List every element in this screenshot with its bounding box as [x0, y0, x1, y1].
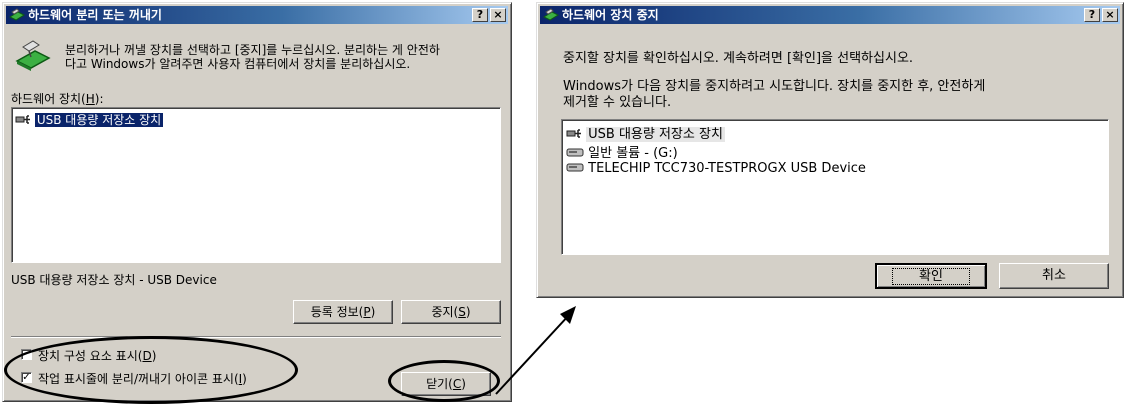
- stop-button[interactable]: 중지(S): [401, 300, 501, 324]
- window-title: 하드웨어 분리 또는 꺼내기: [28, 8, 162, 22]
- arrow-icon: [495, 306, 576, 395]
- hardware-remove-icon: [15, 40, 51, 71]
- stop-hardware-dialog: 하드웨어 장치 중지 ? × 중지할 장치를 확인하십시오. 계속하려면 [확인…: [536, 2, 1124, 298]
- list-item[interactable]: 일반 볼륨 - (G:): [566, 142, 678, 161]
- help-button[interactable]: ?: [472, 8, 488, 22]
- title-bar[interactable]: 하드웨어 장치 중지 ? ×: [540, 6, 1120, 24]
- device-name: USB 대용량 저장소 장치: [586, 127, 725, 142]
- device-list-label: 하드웨어 장치(H):: [11, 92, 104, 106]
- device-list[interactable]: USB 대용량 저장소 장치 일반 볼륨 - (G:) TELECHIP TCC…: [561, 119, 1109, 255]
- drive-icon: [566, 163, 584, 172]
- divider: [11, 336, 501, 338]
- drive-icon: [566, 148, 584, 157]
- window-title: 하드웨어 장치 중지: [562, 8, 659, 22]
- list-item[interactable]: TELECHIP TCC730-TESTPROGX USB Device: [566, 161, 866, 176]
- device-description: USB 대용량 저장소 장치 - USB Device: [11, 273, 217, 287]
- device-name: TELECHIP TCC730-TESTPROGX USB Device: [588, 161, 866, 176]
- title-bar[interactable]: 하드웨어 분리 또는 꺼내기 ? ×: [6, 6, 508, 24]
- hardware-remove-icon: [543, 8, 559, 21]
- confirm-prompt: 중지할 장치를 확인하십시오. 계속하려면 [확인]을 선택하십시오.: [563, 51, 914, 66]
- highlight-ellipse-close-button: [388, 360, 500, 402]
- properties-button[interactable]: 등록 정보(P): [293, 300, 393, 324]
- device-name: 일반 볼륨 - (G:): [588, 146, 678, 161]
- list-item[interactable]: USB 대용량 저장소 장치: [15, 111, 164, 128]
- ok-button[interactable]: 확인: [875, 263, 987, 289]
- highlight-ellipse-checkboxes: [4, 336, 298, 404]
- cancel-button[interactable]: 취소: [999, 263, 1109, 289]
- usb-device-icon: [566, 129, 581, 138]
- usb-device-icon: [15, 115, 30, 124]
- device-name: USB 대용량 저장소 장치: [34, 113, 164, 127]
- help-button[interactable]: ?: [1084, 8, 1100, 22]
- close-button[interactable]: ×: [1102, 8, 1118, 22]
- device-list[interactable]: USB 대용량 저장소 장치: [11, 107, 501, 263]
- list-item[interactable]: USB 대용량 저장소 장치: [566, 123, 725, 142]
- instruction-text-2: 다고 Windows가 알려주면 사용자 컴퓨터에서 장치를 분리하십시오.: [65, 57, 411, 71]
- hardware-remove-icon: [9, 8, 25, 21]
- close-button[interactable]: ×: [490, 8, 506, 22]
- info-text-2: 제거할 수 있습니다.: [563, 95, 672, 110]
